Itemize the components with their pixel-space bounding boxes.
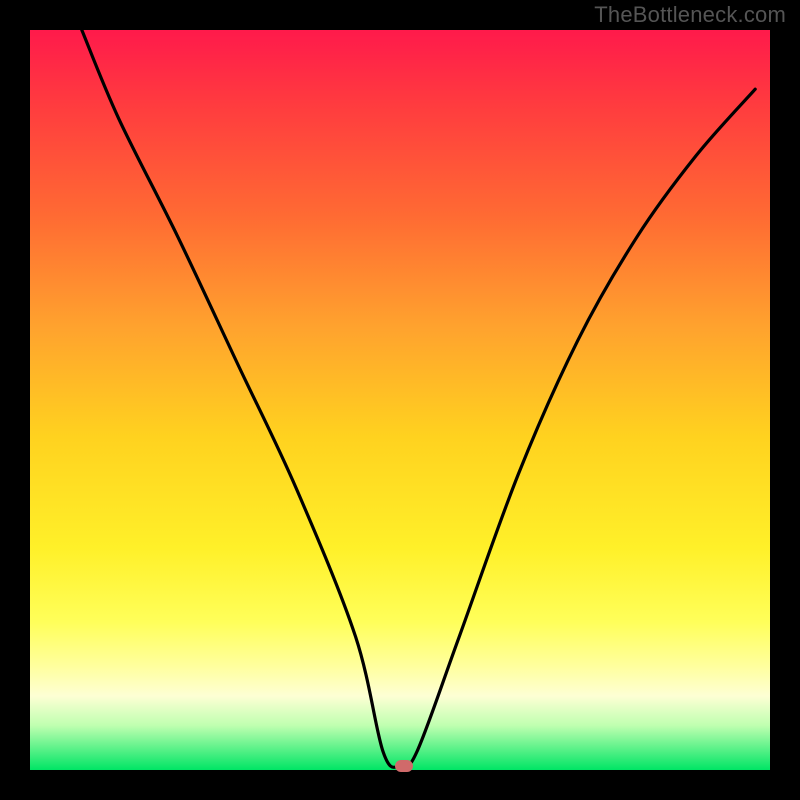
- chart-container: TheBottleneck.com: [0, 0, 800, 800]
- watermark-text: TheBottleneck.com: [594, 2, 786, 28]
- minimum-marker: [395, 760, 413, 772]
- bottleneck-curve: [30, 30, 770, 770]
